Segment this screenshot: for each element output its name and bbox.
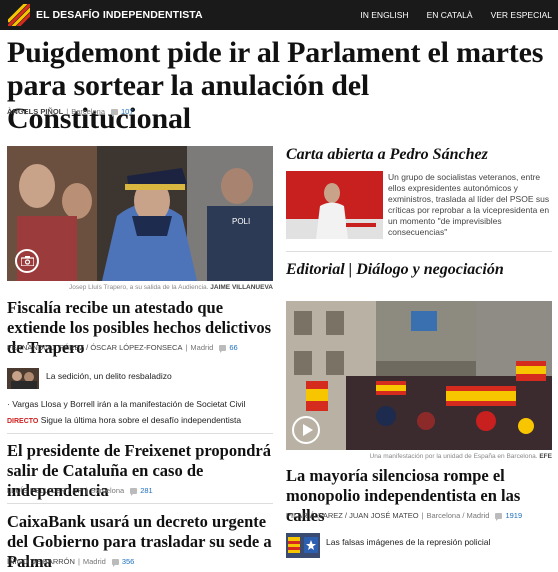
related-vargas-llosa-link[interactable]: · Vargas Llosa y Borrell irán a la manif… xyxy=(7,399,245,409)
comment-count[interactable]: 66 xyxy=(229,343,237,352)
related-false-images-link[interactable]: Las falsas imágenes de la represión poli… xyxy=(326,537,490,547)
main-byline: ÀNGELS PIÑOL | Barcelona 107 xyxy=(7,107,134,117)
divider xyxy=(286,251,552,252)
camera-icon[interactable] xyxy=(15,249,39,273)
live-badge: DIRECTO xyxy=(7,418,39,425)
majority-story-byline: PILAR ÁLVAREZ / JUAN JOSÉ MATEO | Barcelon… xyxy=(286,511,523,521)
comment-icon xyxy=(219,344,227,353)
location: Barcelona xyxy=(71,107,105,116)
trapero-photo[interactable]: POLI xyxy=(7,146,273,281)
trapero-photo-caption: Josep Lluís Trapero, a su salida de la A… xyxy=(68,284,273,291)
freixenet-story-byline: LLUÍS PELLICER / EP | Barcelona 281 xyxy=(7,486,153,496)
comment-icon xyxy=(495,512,503,521)
comment-icon xyxy=(111,558,119,567)
letter-title[interactable]: Carta abierta a Pedro Sánchez xyxy=(286,146,488,164)
editorial-title[interactable]: Editorial | Diálogo y negociación xyxy=(286,261,504,279)
related-sedition-link[interactable]: La sedición, un delito resbaladizo xyxy=(46,371,172,381)
false-images-thumb[interactable] xyxy=(286,533,320,558)
letter-summary: Un grupo de socialistas veteranos, entre… xyxy=(388,172,550,237)
catalan-link[interactable]: EN CATALÀ xyxy=(427,10,473,20)
related-live-link[interactable]: DIRECTO Sigue la última hora sobre el de… xyxy=(7,415,241,425)
special-link[interactable]: VER ESPECIAL xyxy=(491,10,552,20)
section-header-bar: EL DESAFÍO INDEPENDENTISTA IN ENGLISH EN… xyxy=(0,0,558,30)
caixabank-story-byline: ÍÑIGO DE BARRÓN | Madrid 356 xyxy=(7,557,135,567)
demonstration-photo[interactable] xyxy=(286,301,552,450)
svg-text:POLI: POLI xyxy=(232,217,250,226)
trapero-story-byline: FERNANDO J. PÉREZ / ÓSCAR LÓPEZ-FONSECA |… xyxy=(7,343,238,353)
divider xyxy=(7,503,273,504)
comment-icon xyxy=(111,108,118,117)
divider xyxy=(7,433,273,434)
language-links: IN ENGLISH EN CATALÀ VER ESPECIAL xyxy=(360,0,552,30)
comment-count[interactable]: 1919 xyxy=(505,511,522,520)
estelada-flag-icon xyxy=(8,4,30,26)
sedition-thumb[interactable] xyxy=(7,368,39,389)
trapero-photo-art: POLI xyxy=(7,146,273,281)
main-headline[interactable]: Puigdemont pide ir al Parlament el marte… xyxy=(7,36,552,135)
sanchez-photo[interactable] xyxy=(286,171,383,239)
section-title[interactable]: EL DESAFÍO INDEPENDENTISTA xyxy=(36,9,203,21)
english-link[interactable]: IN ENGLISH xyxy=(360,10,408,20)
comment-count[interactable]: 281 xyxy=(140,486,153,495)
comment-icon xyxy=(130,487,138,496)
comment-count[interactable]: 107 xyxy=(121,107,134,116)
comment-count[interactable]: 356 xyxy=(122,557,135,566)
play-video-icon[interactable] xyxy=(292,416,320,444)
author[interactable]: ÀNGELS PIÑOL xyxy=(7,107,63,116)
demonstration-photo-caption: Una manifestación por la unidad de Españ… xyxy=(369,453,553,460)
